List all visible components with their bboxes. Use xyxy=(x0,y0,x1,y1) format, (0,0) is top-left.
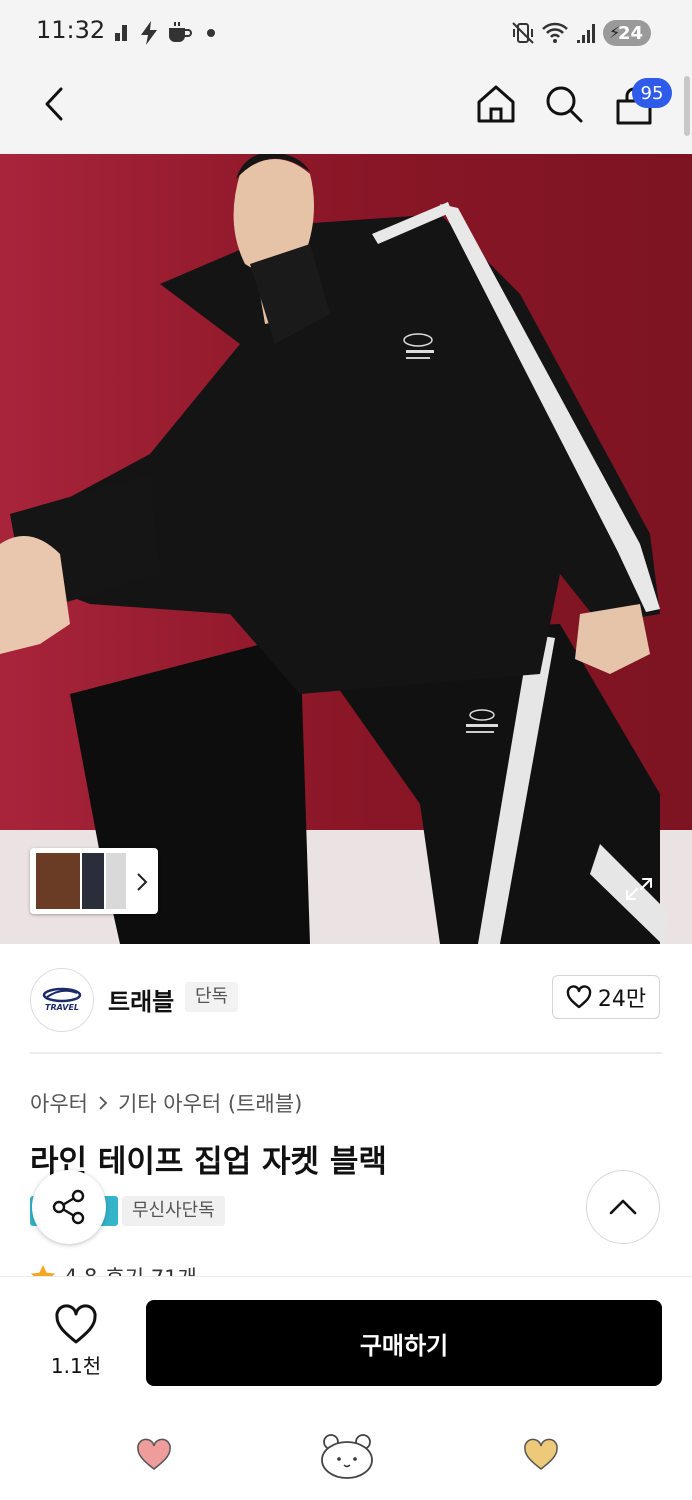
expand-icon xyxy=(626,878,652,900)
search-icon xyxy=(546,86,583,123)
dot-icon xyxy=(204,20,218,46)
home-button[interactable] xyxy=(470,78,522,130)
wish-count: 1.1천 xyxy=(50,1354,102,1378)
breadcrumb-item[interactable]: 기타 아우터 (트래블) xyxy=(118,1088,302,1118)
chevron-right-icon xyxy=(99,1096,108,1110)
brand-like-button[interactable]: 24만 xyxy=(552,975,660,1019)
divider xyxy=(30,1052,662,1054)
heart-outline-icon xyxy=(566,985,592,1009)
review-count[interactable]: 후기 71개 xyxy=(105,1262,196,1276)
breadcrumb-item[interactable]: 아우터 xyxy=(30,1088,88,1118)
battery-level: 24 xyxy=(617,22,643,44)
brand-name[interactable]: 트래블 xyxy=(108,982,174,1017)
chevron-up-icon xyxy=(609,1199,637,1215)
heart-outline-icon xyxy=(55,1304,97,1344)
signal-icon xyxy=(574,20,598,46)
share-button[interactable] xyxy=(32,1170,106,1244)
chevron-right-icon xyxy=(137,873,148,891)
sim-icon xyxy=(110,20,132,46)
nav-heart-pink[interactable] xyxy=(136,1438,172,1476)
search-button[interactable] xyxy=(538,78,590,130)
coffee-icon xyxy=(166,20,194,46)
thumbnail-strip[interactable] xyxy=(30,848,158,914)
brand-logo[interactable]: TRAVEL xyxy=(30,968,94,1032)
cart-count-badge: 95 xyxy=(632,78,672,108)
rating-row[interactable]: 4.8 후기 71개 xyxy=(30,1262,330,1276)
brand-logo-text: TRAVEL xyxy=(44,1003,80,1012)
charging-bolt-icon xyxy=(136,20,162,46)
brand-exclusive-tag: 단독 xyxy=(185,982,239,1012)
travel-logo-icon xyxy=(42,987,82,1003)
star-icon xyxy=(31,1265,55,1276)
back-arrow-icon xyxy=(45,87,63,121)
expand-image-button[interactable] xyxy=(612,862,666,916)
back-button[interactable] xyxy=(28,78,80,130)
thumbnail-2[interactable] xyxy=(82,853,104,909)
scrollbar[interactable] xyxy=(684,76,690,136)
product-image[interactable] xyxy=(0,154,692,944)
scroll-to-top-button[interactable] xyxy=(586,1170,660,1244)
share-icon xyxy=(52,1189,85,1225)
wifi-icon xyxy=(540,20,570,46)
thumbnail-1[interactable] xyxy=(36,853,80,909)
buy-button[interactable]: 구매하기 xyxy=(146,1300,662,1386)
breadcrumb: 아우터 기타 아우터 (트래블) xyxy=(30,1088,302,1118)
status-time: 11:32 xyxy=(36,16,106,44)
brand-like-count: 24만 xyxy=(597,987,647,1012)
heart-pink-icon xyxy=(137,1438,171,1470)
nav-bear-face[interactable] xyxy=(318,1432,376,1484)
wish-button[interactable] xyxy=(52,1302,100,1346)
bear-face-icon xyxy=(321,1434,373,1479)
nav-heart-yellow[interactable] xyxy=(523,1438,559,1476)
thumbnail-3[interactable] xyxy=(106,853,126,909)
product-tag: 무신사단독 xyxy=(122,1196,225,1226)
vibrate-off-icon xyxy=(510,20,536,46)
battery-indicator: ⚡ 24 xyxy=(603,20,651,46)
product-photo xyxy=(0,154,692,944)
home-icon xyxy=(477,85,515,123)
heart-yellow-icon xyxy=(524,1438,558,1470)
rating-value: 4.8 xyxy=(64,1265,97,1276)
